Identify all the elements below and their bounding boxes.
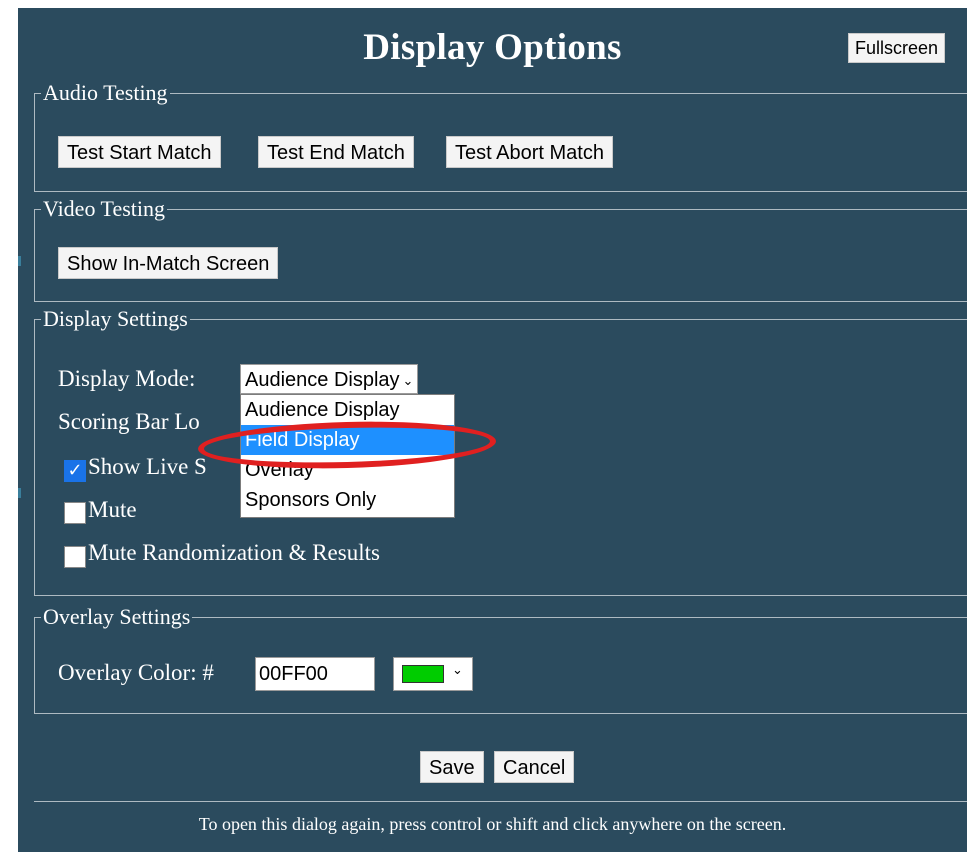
fullscreen-button[interactable]: Fullscreen (848, 33, 946, 63)
show-live-label: Show Live S (88, 454, 207, 479)
audio-testing-legend: Audio Testing (43, 80, 168, 105)
chevron-down-icon: ⌄ (452, 663, 463, 678)
mute-randomization-label: Mute Randomization & Results (88, 540, 380, 565)
display-mode-label: Display Mode: (58, 366, 196, 391)
dropdown-option-sponsors-only[interactable]: Sponsors Only (241, 485, 454, 515)
scoring-bar-label: Scoring Bar Lo (58, 409, 200, 434)
overlay-color-input[interactable]: 00FF00 (255, 657, 375, 691)
test-end-match-button[interactable]: Test End Match (258, 136, 414, 168)
display-settings-legend: Display Settings (43, 306, 188, 331)
show-live-checkbox[interactable]: ✓ (64, 460, 86, 482)
test-start-match-button[interactable]: Test Start Match (58, 136, 221, 168)
video-testing-legend: Video Testing (43, 196, 165, 221)
dropdown-option-overlay[interactable]: Overlay (241, 455, 454, 485)
overlay-color-label: Overlay Color: # (58, 660, 214, 685)
display-mode-select[interactable]: Audience Display ⌄ (240, 364, 419, 394)
footer-divider (34, 801, 967, 802)
overlay-settings-legend: Overlay Settings (43, 604, 191, 629)
overlay-settings-group: Overlay Settings (34, 604, 967, 714)
dropdown-option-audience-display[interactable]: Audience Display (241, 395, 454, 425)
display-mode-dropdown-list: Audience Display Field Display Overlay S… (240, 394, 455, 518)
mute-checkbox[interactable] (64, 502, 86, 524)
test-abort-match-button[interactable]: Test Abort Match (446, 136, 613, 168)
save-button[interactable]: Save (420, 751, 484, 783)
dialog-title: Display Options (363, 27, 622, 68)
display-options-dialog: Display Options Fullscreen Audio Testing… (18, 8, 967, 852)
mute-label: Mute (88, 497, 137, 522)
overlay-color-picker[interactable]: ⌄ (393, 657, 473, 691)
dropdown-option-field-display[interactable]: Field Display (241, 425, 454, 455)
cancel-button[interactable]: Cancel (494, 751, 575, 783)
chevron-down-icon: ⌄ (402, 372, 414, 388)
show-in-match-screen-button[interactable]: Show In-Match Screen (58, 247, 279, 279)
display-mode-value: Audience Display (245, 369, 400, 391)
footer-hint: To open this dialog again, press control… (198, 814, 787, 834)
color-swatch (402, 665, 444, 683)
mute-randomization-checkbox[interactable] (64, 546, 86, 568)
